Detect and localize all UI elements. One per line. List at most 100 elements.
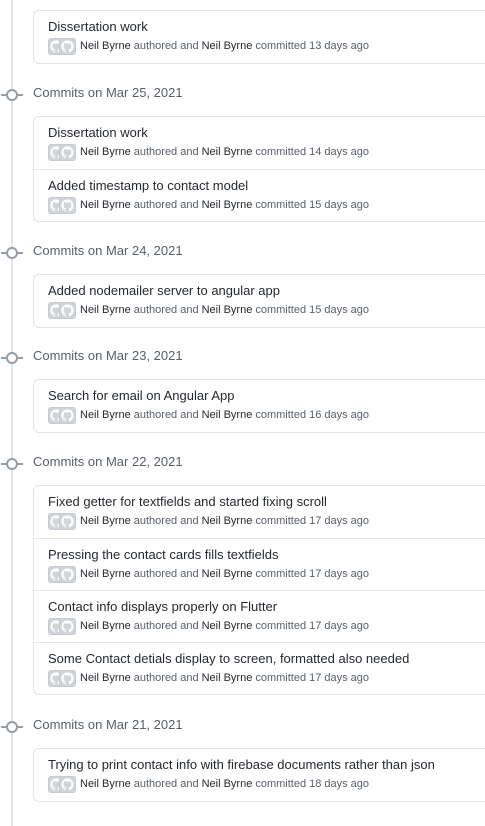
github-octocat-icon[interactable] xyxy=(59,775,76,793)
authored-text: authored and xyxy=(133,568,199,580)
commit-item: Search for email on Angular App Neil Byr… xyxy=(34,380,485,432)
committed-text: committed xyxy=(255,146,307,158)
committer-link[interactable]: Neil Byrne xyxy=(202,409,253,421)
date-group-header: Commits on Mar 24, 2021 xyxy=(0,242,485,262)
committed-text: committed xyxy=(255,778,307,790)
commit-item: Pressing the contact cards fills textfie… xyxy=(34,538,485,590)
commit-age[interactable]: 13 days ago xyxy=(309,40,369,52)
commit-title-link[interactable]: Some Contact detials display to screen, … xyxy=(48,651,409,666)
author-link[interactable]: Neil Byrne xyxy=(80,304,131,316)
date-group-title: Commits on Mar 21, 2021 xyxy=(33,717,183,732)
commit-title-link[interactable]: Pressing the contact cards fills textfie… xyxy=(48,547,279,562)
github-octocat-icon[interactable] xyxy=(59,196,76,214)
commit-node-icon xyxy=(1,352,23,364)
committer-link[interactable]: Neil Byrne xyxy=(202,199,253,211)
committer-link[interactable]: Neil Byrne xyxy=(202,304,253,316)
committer-link[interactable]: Neil Byrne xyxy=(202,40,253,52)
commit-item: Trying to print contact info with fireba… xyxy=(34,749,485,801)
avatar-pair xyxy=(48,37,76,55)
author-link[interactable]: Neil Byrne xyxy=(80,146,131,158)
commit-meta: Neil Byrne authored and Neil Byrne commi… xyxy=(48,406,369,424)
commit-title-link[interactable]: Dissertation work xyxy=(48,125,148,140)
date-group-header: Commits on Mar 22, 2021 xyxy=(0,453,485,473)
commit-group-box: Fixed getter for textfields and started … xyxy=(33,485,485,695)
author-link[interactable]: Neil Byrne xyxy=(80,672,131,684)
commit-title-link[interactable]: Search for email on Angular App xyxy=(48,388,234,403)
commit-item: Some Contact detials display to screen, … xyxy=(34,642,485,694)
committer-link[interactable]: Neil Byrne xyxy=(202,672,253,684)
github-octocat-icon[interactable] xyxy=(59,37,76,55)
committer-link[interactable]: Neil Byrne xyxy=(202,146,253,158)
github-octocat-icon[interactable] xyxy=(59,301,76,319)
commit-meta: Neil Byrne authored and Neil Byrne commi… xyxy=(48,512,369,530)
commit-age[interactable]: 17 days ago xyxy=(309,620,369,632)
github-octocat-icon[interactable] xyxy=(59,143,76,161)
github-octocat-icon[interactable] xyxy=(59,669,76,687)
commit-group-box: Search for email on Angular App Neil Byr… xyxy=(33,379,485,433)
github-octocat-icon[interactable] xyxy=(59,512,76,530)
committer-link[interactable]: Neil Byrne xyxy=(202,515,253,527)
authored-text: authored and xyxy=(133,620,199,632)
avatar-pair xyxy=(48,617,76,635)
author-link[interactable]: Neil Byrne xyxy=(80,778,131,790)
commit-age[interactable]: 15 days ago xyxy=(309,304,369,316)
commit-age[interactable]: 17 days ago xyxy=(309,568,369,580)
author-link[interactable]: Neil Byrne xyxy=(80,199,131,211)
author-link[interactable]: Neil Byrne xyxy=(80,40,131,52)
date-group-header: Commits on Mar 21, 2021 xyxy=(0,716,485,736)
author-link[interactable]: Neil Byrne xyxy=(80,515,131,527)
commit-age[interactable]: 14 days ago xyxy=(309,146,369,158)
commit-group-box: Dissertation work Neil Byrne authored an… xyxy=(33,10,485,64)
commit-group-box: Added nodemailer server to angular app N… xyxy=(33,274,485,328)
github-octocat-icon[interactable] xyxy=(59,406,76,424)
authored-text: authored and xyxy=(133,199,199,211)
committed-text: committed xyxy=(255,672,307,684)
commit-meta: Neil Byrne authored and Neil Byrne commi… xyxy=(48,196,369,214)
author-link[interactable]: Neil Byrne xyxy=(80,409,131,421)
commit-title-link[interactable]: Fixed getter for textfields and started … xyxy=(48,494,327,509)
commit-title-link[interactable]: Contact info displays properly on Flutte… xyxy=(48,599,277,614)
committed-text: committed xyxy=(255,568,307,580)
commit-item: Contact info displays properly on Flutte… xyxy=(34,590,485,642)
committer-link[interactable]: Neil Byrne xyxy=(202,568,253,580)
authored-text: authored and xyxy=(133,409,199,421)
commit-age[interactable]: 18 days ago xyxy=(309,778,369,790)
committer-link[interactable]: Neil Byrne xyxy=(202,620,253,632)
github-octocat-icon[interactable] xyxy=(59,565,76,583)
timeline-line xyxy=(11,0,13,826)
commit-title-link[interactable]: Dissertation work xyxy=(48,19,148,34)
commit-node-icon xyxy=(1,458,23,470)
committer-link[interactable]: Neil Byrne xyxy=(202,778,253,790)
commit-meta: Neil Byrne authored and Neil Byrne commi… xyxy=(48,617,369,635)
date-group-title: Commits on Mar 22, 2021 xyxy=(33,454,183,469)
author-link[interactable]: Neil Byrne xyxy=(80,568,131,580)
commit-item: Added timestamp to contact model Neil By… xyxy=(34,169,485,221)
commit-age[interactable]: 16 days ago xyxy=(309,409,369,421)
commit-meta: Neil Byrne authored and Neil Byrne commi… xyxy=(48,565,369,583)
commit-node-icon xyxy=(1,721,23,733)
authored-text: authored and xyxy=(133,146,199,158)
commit-node-icon xyxy=(1,247,23,259)
commit-age[interactable]: 15 days ago xyxy=(309,199,369,211)
commit-title-link[interactable]: Added nodemailer server to angular app xyxy=(48,283,280,298)
commit-title-link[interactable]: Trying to print contact info with fireba… xyxy=(48,757,435,772)
committed-text: committed xyxy=(255,409,307,421)
date-group-title: Commits on Mar 24, 2021 xyxy=(33,243,183,258)
commit-age[interactable]: 17 days ago xyxy=(309,515,369,527)
avatar-pair xyxy=(48,565,76,583)
committed-text: committed xyxy=(255,40,307,52)
avatar-pair xyxy=(48,406,76,424)
authored-text: authored and xyxy=(133,778,199,790)
committed-text: committed xyxy=(255,620,307,632)
commit-item: Dissertation work Neil Byrne authored an… xyxy=(34,117,485,169)
date-group-header: Commits on Mar 25, 2021 xyxy=(0,84,485,104)
commit-title-link[interactable]: Added timestamp to contact model xyxy=(48,178,248,193)
avatar-pair xyxy=(48,301,76,319)
date-group-title: Commits on Mar 25, 2021 xyxy=(33,85,183,100)
commit-meta: Neil Byrne authored and Neil Byrne commi… xyxy=(48,775,369,793)
commit-age[interactable]: 17 days ago xyxy=(309,672,369,684)
github-octocat-icon[interactable] xyxy=(59,617,76,635)
author-link[interactable]: Neil Byrne xyxy=(80,620,131,632)
committed-text: committed xyxy=(255,515,307,527)
avatar-pair xyxy=(48,143,76,161)
